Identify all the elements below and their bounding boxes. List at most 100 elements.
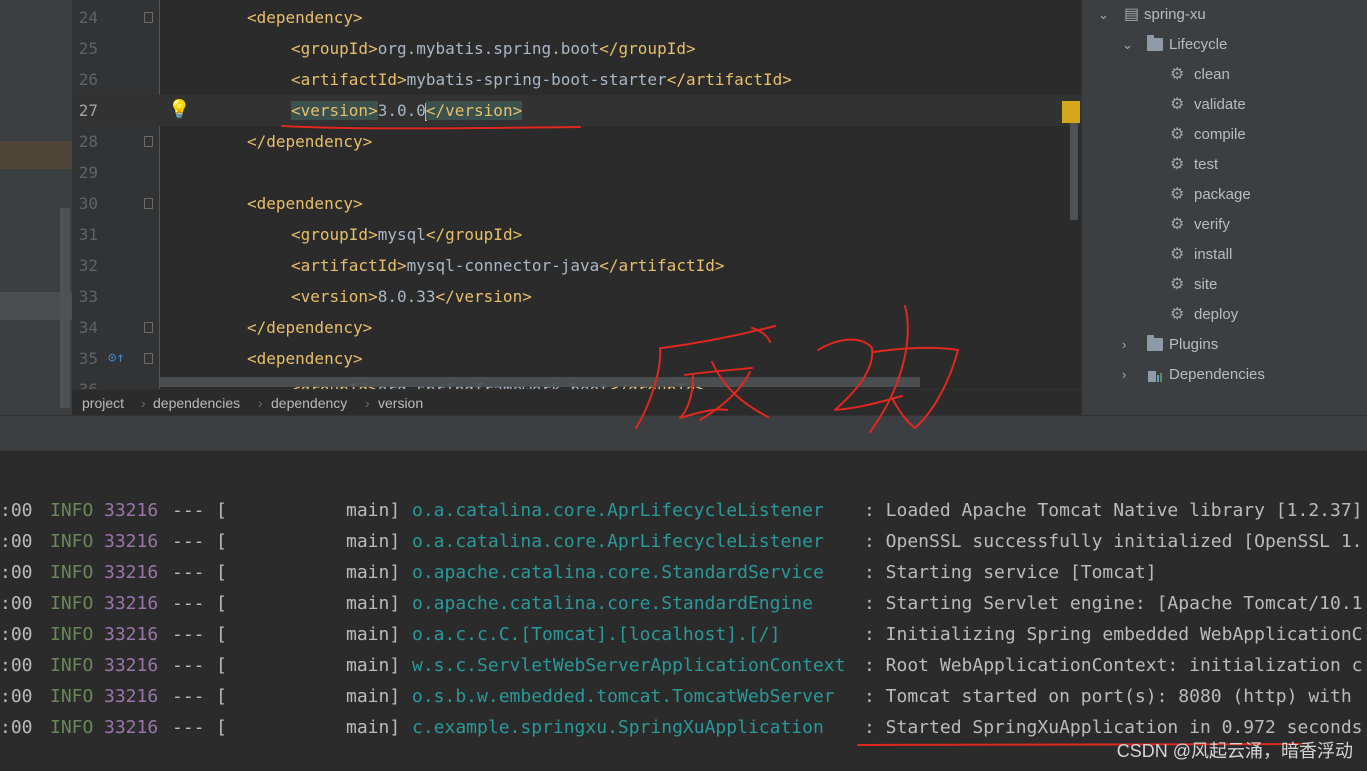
xml-text: 3.0.0: [377, 101, 426, 120]
dependencies-bars-icon: [1148, 371, 1162, 382]
maven-plugins-label: Plugins: [1169, 336, 1219, 353]
breadcrumb-separator-icon: ›: [141, 395, 146, 411]
log-separator: ---: [172, 655, 205, 676]
warning-marker-icon[interactable]: [1062, 101, 1080, 123]
code-line[interactable]: 25 <groupId>org.mybatis.spring.boot</grou…: [72, 33, 1081, 64]
code-line[interactable]: 29: [72, 157, 1081, 188]
chevron-right-icon[interactable]: ›: [1122, 330, 1126, 360]
xml-tag: <groupId>: [291, 39, 378, 58]
code-line[interactable]: 32 <artifactId>mysql-connector-java</arti…: [72, 250, 1081, 281]
log-bracket: [: [216, 717, 227, 738]
xml-tag: </groupId>: [425, 225, 523, 244]
breadcrumb-item-project[interactable]: project: [82, 390, 124, 416]
xml-tag: <version>: [291, 101, 378, 120]
log-thread: main]: [346, 686, 401, 707]
line-number: 36: [72, 374, 98, 389]
xml-text: org.mybatis.spring.boot: [377, 39, 600, 58]
code-line[interactable]: 26 <artifactId>mybatis-spring-boot-starte…: [72, 64, 1081, 95]
breadcrumb: project › dependencies › dependency › ve…: [72, 389, 1081, 416]
xml-tag: </groupId>: [599, 39, 696, 58]
maven-goal-label: clean: [1194, 66, 1230, 83]
line-number: 35: [78, 349, 98, 368]
log-message: : Root WebApplicationContext: initializa…: [864, 655, 1363, 676]
log-bracket: [: [216, 531, 227, 552]
code-line[interactable]: 33 <version>8.0.33</version>: [72, 281, 1081, 312]
code-text: <dependency>: [247, 188, 363, 219]
log-level: INFO: [50, 686, 94, 707]
log-pid: 33216: [104, 655, 159, 676]
project-scrollbar[interactable]: [60, 208, 70, 408]
log-pid: 33216: [104, 686, 159, 707]
log-logger[interactable]: o.s.b.w.embedded.tomcat.TomcatWebServer: [412, 681, 835, 712]
log-pid: 33216: [104, 500, 159, 521]
project-tree-selection[interactable]: [0, 141, 72, 169]
log-pid: 33216: [104, 562, 159, 583]
code-line[interactable]: 35 ⊙↑ <dependency>: [72, 343, 1081, 374]
code-line[interactable]: 24 <dependency>: [72, 2, 1081, 33]
xml-text: 8.0.33: [377, 287, 436, 306]
log-message: : Starting service [Tomcat]: [864, 562, 1157, 583]
gear-icon: ⚙: [1170, 156, 1185, 173]
log-logger[interactable]: o.apache.catalina.core.StandardService: [412, 557, 824, 588]
code-text: <version>8.0.33</version>: [291, 281, 532, 312]
gear-icon: ⚙: [1170, 276, 1185, 293]
code-line[interactable]: 34 </dependency>: [72, 312, 1081, 343]
line-number: 34: [78, 318, 98, 337]
log-separator: ---: [172, 717, 205, 738]
log-separator: ---: [172, 686, 205, 707]
maven-module-icon: ▤: [1124, 6, 1140, 23]
log-separator: ---: [172, 531, 205, 552]
log-logger[interactable]: o.a.c.c.C.[Tomcat].[localhost].[/]: [412, 619, 780, 650]
line-number: 33: [78, 287, 98, 306]
fold-marker-icon[interactable]: [144, 136, 153, 147]
fold-marker-icon[interactable]: [144, 322, 153, 333]
log-thread: main]: [346, 717, 401, 738]
log-logger[interactable]: c.example.springxu.SpringXuApplication: [412, 712, 824, 743]
breadcrumb-item-dependencies[interactable]: dependencies: [153, 390, 240, 416]
log-time: :00: [0, 624, 33, 645]
xml-tag: </artifactId>: [599, 256, 725, 275]
intention-bulb-icon[interactable]: 💡: [168, 99, 190, 121]
log-bracket: [: [216, 686, 227, 707]
code-text: <version>3.0.0</version>: [291, 95, 523, 126]
log-logger[interactable]: o.apache.catalina.core.StandardEngine: [412, 588, 813, 619]
log-time: :00: [0, 531, 33, 552]
breadcrumb-item-dependency[interactable]: dependency: [271, 390, 347, 416]
chevron-right-icon[interactable]: ›: [1122, 360, 1126, 390]
log-time: :00: [0, 655, 33, 676]
xml-tag: <artifactId>: [291, 70, 407, 89]
xml-tag: </version>: [435, 287, 532, 306]
fold-marker-icon[interactable]: [144, 12, 153, 23]
override-marker-icon[interactable]: ⊙↑: [108, 349, 125, 367]
console-log-line: :00 INFO 33216 --- [main] o.s.b.w.embedded.to…: [0, 681, 1367, 712]
code-line[interactable]: 30 <dependency>: [72, 188, 1081, 219]
log-logger[interactable]: o.a.catalina.core.AprLifecycleListener: [412, 495, 824, 526]
breadcrumb-item-version[interactable]: version: [378, 390, 423, 416]
xml-tag: <dependency>: [247, 194, 363, 213]
log-logger[interactable]: w.s.c.ServletWebServerApplicationContext: [412, 650, 845, 681]
gear-icon: ⚙: [1170, 216, 1185, 233]
console-log-line: :00 INFO 33216 --- [main] o.apache.catalina.c…: [0, 557, 1367, 588]
fold-marker-icon[interactable]: [144, 353, 153, 364]
log-separator: ---: [172, 562, 205, 583]
run-console[interactable]: :00 INFO 33216 --- [ main] o.a.catalina.core.A…: [0, 484, 1367, 771]
code-editor[interactable]: 24 <dependency> 25 <groupId>org.mybatis.spr…: [72, 0, 1081, 389]
editor-vertical-scrollbar[interactable]: [1070, 120, 1078, 220]
log-bracket: [: [216, 500, 227, 521]
fold-marker-icon[interactable]: [144, 198, 153, 209]
editor-horizontal-scrollbar[interactable]: [160, 377, 920, 387]
run-tool-window-header: [0, 415, 1367, 451]
xml-text: mysql-connector-java: [406, 256, 600, 275]
xml-tag: </dependency>: [247, 132, 373, 151]
project-tool-strip: [0, 0, 72, 415]
code-line[interactable]: 27 💡 <version>3.0.0</version>: [72, 95, 1081, 126]
code-text: </dependency>: [247, 126, 372, 157]
log-logger[interactable]: o.a.catalina.core.AprLifecycleListener: [412, 526, 824, 557]
code-line[interactable]: 28 </dependency>: [72, 126, 1081, 157]
code-line[interactable]: 31 <groupId>mysql</groupId>: [72, 219, 1081, 250]
log-separator: ---: [172, 624, 205, 645]
log-pid: 33216: [104, 624, 159, 645]
chevron-down-icon[interactable]: ⌄: [1122, 30, 1133, 60]
chevron-down-icon[interactable]: ⌄: [1098, 0, 1109, 30]
xml-tag: <dependency>: [247, 8, 363, 27]
